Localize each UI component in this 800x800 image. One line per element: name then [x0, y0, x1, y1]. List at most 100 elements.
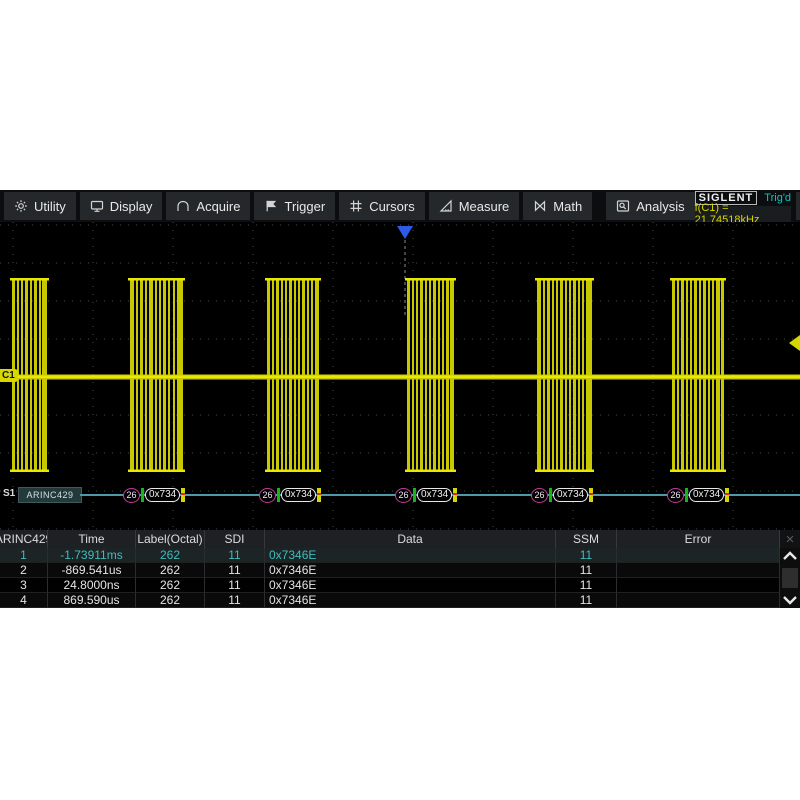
decode-frame: 260x734 [531, 487, 593, 503]
decode-frame-end-bar [725, 488, 729, 502]
decode-frame-data: 0x734 [417, 488, 452, 502]
menu-item-analysis[interactable]: Analysis [606, 192, 694, 220]
cell-sdi: 11 [205, 578, 265, 593]
column-header-error: Error [617, 530, 780, 548]
menu-item-acquire[interactable]: Acquire [166, 192, 250, 220]
cell-index: 2 [0, 563, 48, 578]
cell-time: -869.541us [48, 563, 136, 578]
trace-baseline-bright [0, 376, 800, 379]
math-icon [533, 199, 547, 213]
decode-frame-label: 26 [259, 488, 276, 503]
decode-frame-start-bracket [277, 488, 280, 502]
column-header-ssm: SSM [556, 530, 617, 548]
waveform-area: C1 S1 ARINC429 260x734260x734260x734260x… [0, 222, 800, 530]
cell-time: -1.73911ms [48, 548, 136, 563]
decode-frame-label: 26 [667, 488, 684, 503]
analysis-icon [616, 199, 630, 213]
cell-label: 262 [136, 548, 205, 563]
flag-icon [264, 199, 278, 213]
menu-item-trigger[interactable]: Trigger [254, 192, 335, 220]
menu-item-label: Measure [459, 199, 510, 214]
scrollbar-thumb[interactable] [782, 568, 798, 588]
table-row-1[interactable]: 1-1.73911ms262110x7346E11 [0, 548, 780, 563]
display-icon [90, 199, 104, 213]
decode-frame-end-bar [181, 488, 185, 502]
table-row-4[interactable]: 4869.590us262110x7346E11 [0, 593, 780, 608]
decode-frame-start-bracket [549, 488, 552, 502]
cell-data: 0x7346E [265, 593, 556, 608]
decode-frame-start-bracket [413, 488, 416, 502]
decode-frame-end-bar [453, 488, 457, 502]
channel-c1-badge[interactable]: C1 [0, 369, 18, 382]
menu-bar: Utility Display Acquire Trigger Cursors Measu… [0, 190, 800, 222]
decode-frame-data: 0x734 [145, 488, 180, 502]
menu-item-label: Analysis [636, 199, 684, 214]
decode-frame-label: 26 [395, 488, 412, 503]
menu-item-label: Trigger [284, 199, 325, 214]
decode-frame-end-bar [589, 488, 593, 502]
decode-bus-label[interactable]: ARINC429 [18, 487, 82, 503]
decode-frame-label: 26 [531, 488, 548, 503]
cursors-icon [349, 199, 363, 213]
frequency-readout: f(C1) = 21.74518kHz [695, 206, 791, 222]
table-scrollbar[interactable] [780, 548, 800, 608]
cell-time: 24.8000ns [48, 578, 136, 593]
menu-item-cursors[interactable]: Cursors [339, 192, 425, 220]
cell-data: 0x7346E [265, 578, 556, 593]
cell-ssm: 11 [556, 563, 617, 578]
decode-frame-start-bracket [685, 488, 688, 502]
cell-label: 262 [136, 578, 205, 593]
menu-item-label: Cursors [369, 199, 415, 214]
decode-frame: 260x734 [259, 487, 321, 503]
column-header-label-octal-: Label(Octal) [136, 530, 205, 548]
cell-data: 0x7346E [265, 563, 556, 578]
scroll-down-button[interactable] [780, 592, 800, 608]
arinc429-config-button[interactable]: ARINC429 CONFIG [796, 192, 800, 220]
decode-source-label: S1 [3, 488, 15, 499]
cell-index: 4 [0, 593, 48, 608]
cell-index: 1 [0, 548, 48, 563]
close-table-button[interactable]: × [780, 530, 800, 548]
menu-item-measure[interactable]: Measure [429, 192, 520, 220]
decode-frame-start-bracket [141, 488, 144, 502]
acquire-icon [176, 199, 190, 213]
cell-index: 3 [0, 578, 48, 593]
menu-item-label: Acquire [196, 199, 240, 214]
cell-data: 0x7346E [265, 548, 556, 563]
menu-item-utility[interactable]: Utility [4, 192, 76, 220]
cell-error [617, 548, 780, 563]
oscilloscope-screen: Utility Display Acquire Trigger Cursors Measu… [0, 190, 800, 608]
trigger-position-marker[interactable] [397, 226, 413, 239]
cell-sdi: 11 [205, 563, 265, 578]
column-header-data: Data [265, 530, 556, 548]
cell-error [617, 563, 780, 578]
cell-time: 869.590us [48, 593, 136, 608]
decode-frame: 26 0x734 [395, 487, 457, 503]
table-row-3[interactable]: 324.8000ns262110x7346E11 [0, 578, 780, 593]
trigger-level-marker[interactable] [789, 335, 800, 351]
column-header-time: Time [48, 530, 136, 548]
scroll-up-button[interactable] [780, 548, 800, 564]
cell-sdi: 11 [205, 548, 265, 563]
cell-ssm: 11 [556, 548, 617, 563]
menu-item-math[interactable]: Math [523, 192, 592, 220]
menu-item-label: Display [110, 199, 153, 214]
menu-item-display[interactable]: Display [80, 192, 163, 220]
column-header-sdi: SDI [205, 530, 265, 548]
decode-frame: 26 0x734 [123, 487, 185, 503]
measure-icon [439, 199, 453, 213]
decode-frame-label: 26 [123, 488, 140, 503]
cell-ssm: 11 [556, 578, 617, 593]
cell-error [617, 593, 780, 608]
menu-item-label: Math [553, 199, 582, 214]
waveform-plot [0, 222, 800, 530]
table-row-2[interactable]: 2-869.541us262110x7346E11 [0, 563, 780, 578]
decode-frame: 260x734 [667, 487, 729, 503]
column-header-arinc429: ARINC429 [0, 530, 48, 548]
decode-table: ARINC429TimeLabel(Octal)SDIDataSSMError … [0, 530, 800, 608]
brand-block: SIGLENT Trig'd f(C1) = 21.74518kHz [695, 190, 791, 222]
cell-label: 262 [136, 563, 205, 578]
cell-ssm: 11 [556, 593, 617, 608]
cell-sdi: 11 [205, 593, 265, 608]
cell-error [617, 578, 780, 593]
